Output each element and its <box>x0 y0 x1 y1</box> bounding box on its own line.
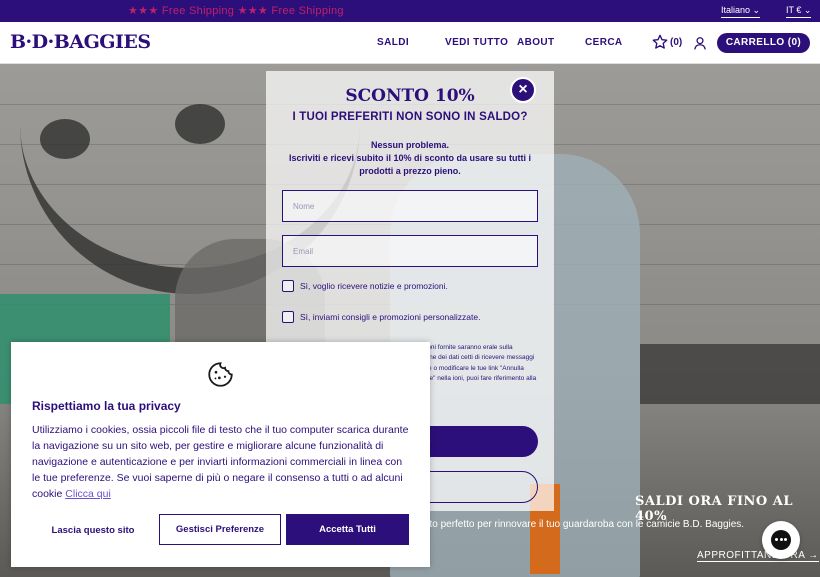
user-icon[interactable] <box>693 36 707 50</box>
wishlist-count: (0) <box>670 36 683 48</box>
popup-body-line1: Nessun problema. <box>370 140 450 150</box>
popup-title: SCONTO 10% <box>345 86 475 106</box>
nav-cerca[interactable]: CERCA <box>585 37 623 48</box>
checkbox-box[interactable] <box>282 280 294 292</box>
language-selector[interactable]: Italiano ⌄ <box>721 5 761 18</box>
chat-button[interactable] <box>762 521 800 559</box>
cart-button[interactable]: CARRELLO (0) <box>717 33 810 53</box>
popup-body-line2: Iscriviti e ricevi subito il 10% di scon… <box>288 153 532 176</box>
chat-icon <box>771 530 791 550</box>
checkbox-personalized[interactable]: Sì, inviami consigli e promozioni person… <box>282 311 480 323</box>
site-logo[interactable]: B·D·BAGGIES <box>10 31 151 53</box>
leave-site-button[interactable]: Lascia questo sito <box>32 515 154 546</box>
popup-subtitle: I TUOI PREFERITI NON SONO IN SALDO? <box>292 111 528 123</box>
cookie-info-link[interactable]: Clicca qui <box>65 488 111 500</box>
checkbox-box[interactable] <box>282 311 294 323</box>
hero-subtitle: mento perfetto per rinnovare il tuo guar… <box>410 519 745 530</box>
email-input[interactable] <box>283 236 537 266</box>
checkbox-personalized-label: Sì, inviami consigli e promozioni person… <box>300 312 481 322</box>
cookie-title: Rispettiamo la tua privacy <box>32 399 181 413</box>
accept-all-button[interactable]: Accetta Tutti <box>286 514 409 545</box>
announcement-message: ★★★ Free Shipping ★★★ Free Shipping <box>128 5 344 17</box>
graffiti-eye <box>175 104 225 144</box>
bench <box>640 344 820 404</box>
star-icon <box>652 34 668 49</box>
cookie-banner: Rispettiamo la tua privacy Utilizziamo i… <box>11 342 430 567</box>
name-input[interactable] <box>283 191 537 221</box>
currency-selector[interactable]: IT € ⌄ <box>786 5 812 18</box>
cookie-text: Utilizziamo i cookies, ossia piccoli fil… <box>32 422 410 502</box>
email-field[interactable] <box>282 235 538 267</box>
name-field[interactable] <box>282 190 538 222</box>
checkbox-news[interactable]: Sì, voglio ricevere notizie e promozioni… <box>282 280 448 292</box>
hero-cta-link[interactable]: APPROFITTANE ORA → <box>697 550 819 562</box>
site-header: B·D·BAGGIES SALDI VEDI TUTTO ABOUT CERCA… <box>0 22 820 64</box>
wishlist-button[interactable]: (0) <box>652 34 682 50</box>
chat-dots <box>775 538 787 542</box>
manage-preferences-button[interactable]: Gestisci Preferenze <box>159 514 281 545</box>
graffiti-eye <box>40 119 90 159</box>
nav-saldi[interactable]: SALDI <box>377 37 409 48</box>
checkbox-news-label: Sì, voglio ricevere notizie e promozioni… <box>300 281 448 291</box>
nav-vedi-tutto[interactable]: VEDI TUTTO <box>445 37 508 48</box>
nav-about[interactable]: ABOUT <box>517 37 555 48</box>
announcement-bar: ★★★ Free Shipping ★★★ Free Shipping Ital… <box>0 0 820 22</box>
cookie-icon <box>208 362 233 387</box>
